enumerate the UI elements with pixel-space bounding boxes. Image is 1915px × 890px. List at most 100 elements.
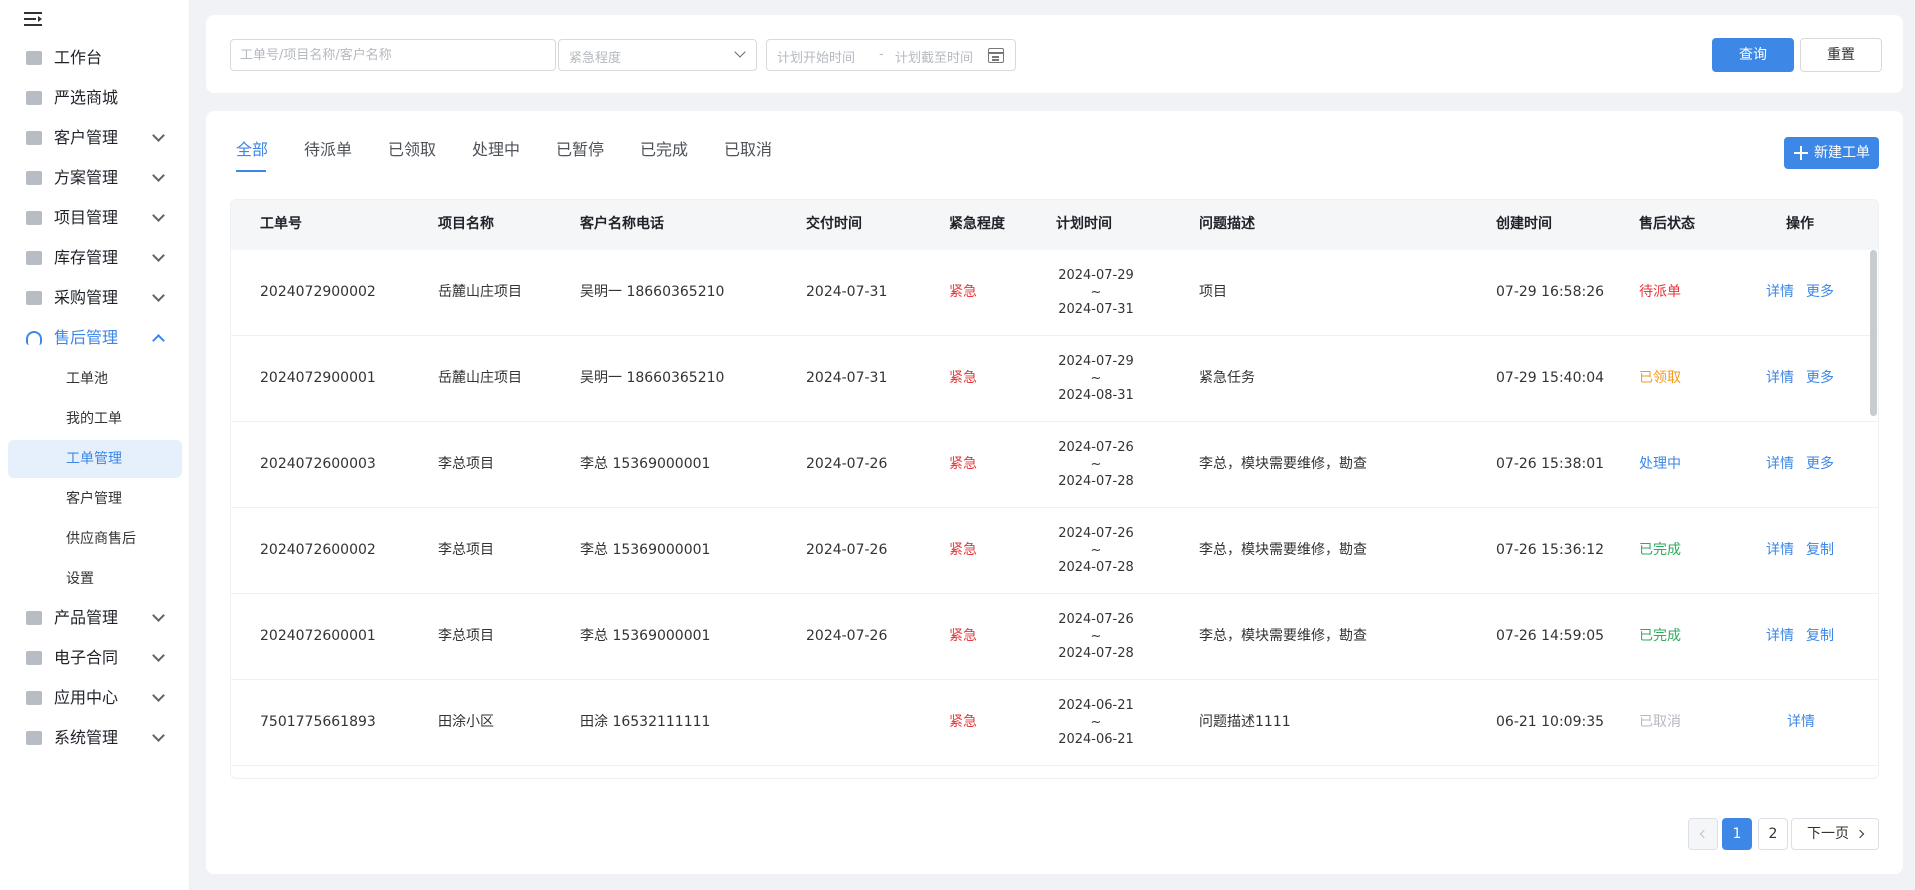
next-page-button[interactable]: 下一页 <box>1791 818 1879 850</box>
table-row[interactable] <box>231 766 1878 778</box>
table-scrollbar[interactable] <box>1870 250 1877 416</box>
urgency-badge: 紧急 <box>949 542 977 558</box>
mall-icon <box>26 91 42 105</box>
customer-contact: 吴明一 18660365210 <box>580 370 725 386</box>
sidebar-item-apps[interactable]: 应用中心 <box>8 680 182 716</box>
reset-button[interactable]: 重置 <box>1800 38 1882 72</box>
table-row[interactable]: 2024072900002 岳麓山庄项目 吴明一 18660365210 202… <box>231 250 1878 336</box>
plan-time: 2024-06-21 ~ 2024-06-21 <box>1056 697 1136 748</box>
tab-paused[interactable]: 已暂停 <box>556 139 604 161</box>
new-ticket-button[interactable]: 新建工单 <box>1784 137 1879 169</box>
active-tab-indicator <box>236 170 266 172</box>
sidebar-subitem-customer-management[interactable]: 客户管理 <box>8 480 182 518</box>
column-header: 操作 <box>1786 216 1814 232</box>
page-1-button[interactable]: 1 <box>1722 818 1752 850</box>
sidebar-item-after-sales[interactable]: 售后管理 <box>8 320 182 356</box>
created-time: 07-29 15:40:04 <box>1496 370 1605 386</box>
sidebar-item-contract[interactable]: 电子合同 <box>8 640 182 676</box>
detail-link[interactable]: 详情 <box>1787 714 1815 730</box>
project-name: 李总项目 <box>438 456 494 472</box>
plan-time: 2024-07-26 ~ 2024-07-28 <box>1056 439 1136 490</box>
table-row[interactable]: 2024072600002 李总项目 李总 15369000001 2024-0… <box>231 508 1878 594</box>
sidebar-item-label: 电子合同 <box>54 648 119 667</box>
prev-page-button[interactable] <box>1688 818 1718 850</box>
chevron-down-icon <box>152 729 165 742</box>
sidebar-subitem-ticket-pool[interactable]: 工单池 <box>8 360 182 398</box>
sidebar-item-label: 项目管理 <box>54 208 119 227</box>
more-link[interactable]: 更多 <box>1806 284 1834 300</box>
table-row[interactable]: 2024072600003 李总项目 李总 15369000001 2024-0… <box>231 422 1878 508</box>
customer-contact: 李总 15369000001 <box>580 456 711 472</box>
sidebar-subitem-label: 工单管理 <box>66 451 122 467</box>
start-date-placeholder: 计划开始时间 <box>777 51 856 66</box>
sidebar-item-customer[interactable]: 客户管理 <box>8 120 182 156</box>
sidebar-subitem-settings[interactable]: 设置 <box>8 560 182 598</box>
project-name: 岳麓山庄项目 <box>438 370 522 386</box>
chevron-down-icon <box>152 609 165 622</box>
sidebar-subitem-label: 工单池 <box>66 371 108 387</box>
ticket-id: 2024072600002 <box>260 542 376 558</box>
chevron-down-icon <box>152 249 165 262</box>
plan-icon <box>26 171 42 185</box>
sidebar-item-purchase[interactable]: 采购管理 <box>8 280 182 316</box>
sidebar-item-label: 应用中心 <box>54 688 119 707</box>
sidebar-item-workbench[interactable]: 工作台 <box>8 40 182 76</box>
more-link[interactable]: 更多 <box>1806 456 1834 472</box>
ticket-id: 2024072600003 <box>260 456 376 472</box>
detail-link[interactable]: 详情 <box>1766 628 1794 644</box>
column-header: 创建时间 <box>1496 216 1552 232</box>
table-row[interactable]: 7501775661893 田涂小区 田涂 16532111111 紧急 202… <box>231 680 1878 766</box>
urgency-select[interactable]: 紧急程度 <box>558 39 757 71</box>
chevron-down-icon <box>152 289 165 302</box>
table-row[interactable]: 2024072900001 岳麓山庄项目 吴明一 18660365210 202… <box>231 336 1878 422</box>
tab-cancelled[interactable]: 已取消 <box>724 139 772 161</box>
search-input[interactable] <box>230 39 556 71</box>
plan-start: 2024-07-29 <box>1058 268 1134 283</box>
detail-link[interactable]: 详情 <box>1766 370 1794 386</box>
plan-start: 2024-07-26 <box>1058 440 1134 455</box>
tab-pending-dispatch[interactable]: 待派单 <box>304 139 352 161</box>
sidebar-subitem-ticket-management[interactable]: 工单管理 <box>8 440 182 478</box>
plan-date-range-picker[interactable]: 计划开始时间 - 计划截至时间 <box>766 39 1016 71</box>
detail-link[interactable]: 详情 <box>1766 542 1794 558</box>
menu-collapse-icon[interactable] <box>24 9 46 29</box>
sidebar-subitem-label: 我的工单 <box>66 411 122 427</box>
plan-time: 2024-07-26 ~ 2024-07-28 <box>1056 611 1136 662</box>
column-header: 交付时间 <box>806 216 862 232</box>
issue-description: 李总，模块需要维修，勘查 <box>1199 628 1367 644</box>
tab-processing[interactable]: 处理中 <box>472 139 520 161</box>
ticket-list-panel: 全部 待派单 已领取 处理中 已暂停 已完成 已取消 新建工单 工单号 项目名称… <box>206 111 1903 874</box>
query-button[interactable]: 查询 <box>1712 38 1794 72</box>
range-separator: - <box>879 47 884 62</box>
home-icon <box>26 51 42 65</box>
plan-end: 2024-08-31 <box>1058 388 1134 403</box>
sidebar-subitem-my-tickets[interactable]: 我的工单 <box>8 400 182 438</box>
detail-link[interactable]: 详情 <box>1766 456 1794 472</box>
customer-icon <box>26 131 42 145</box>
copy-link[interactable]: 复制 <box>1806 628 1834 644</box>
ticket-table: 工单号 项目名称 客户名称电话 交付时间 紧急程度 计划时间 问题描述 创建时间… <box>230 199 1879 779</box>
table-row[interactable]: 2024072600001 李总项目 李总 15369000001 2024-0… <box>231 594 1878 680</box>
sidebar-item-product[interactable]: 产品管理 <box>8 600 182 636</box>
sidebar-item-system[interactable]: 系统管理 <box>8 720 182 756</box>
plan-time: 2024-07-26 ~ 2024-07-28 <box>1056 525 1136 576</box>
tab-completed[interactable]: 已完成 <box>640 139 688 161</box>
chevron-up-icon <box>152 334 165 347</box>
tab-claimed[interactable]: 已领取 <box>388 139 436 161</box>
plan-separator: ~ <box>1090 715 1102 730</box>
sidebar-item-plan[interactable]: 方案管理 <box>8 160 182 196</box>
row-actions: 详情 复制 <box>1766 542 1846 559</box>
sidebar-item-inventory[interactable]: 库存管理 <box>8 240 182 276</box>
chevron-down-icon <box>152 649 165 662</box>
tab-all[interactable]: 全部 <box>236 139 268 161</box>
more-link[interactable]: 更多 <box>1806 370 1834 386</box>
urgency-badge: 紧急 <box>949 628 977 644</box>
page-2-button[interactable]: 2 <box>1758 818 1788 850</box>
detail-link[interactable]: 详情 <box>1766 284 1794 300</box>
sidebar-item-project[interactable]: 项目管理 <box>8 200 182 236</box>
issue-description: 李总，模块需要维修，勘查 <box>1199 456 1367 472</box>
copy-link[interactable]: 复制 <box>1806 542 1834 558</box>
sidebar-item-mall[interactable]: 严选商城 <box>8 80 182 116</box>
issue-description: 紧急任务 <box>1199 370 1255 386</box>
sidebar-subitem-supplier-after-sales[interactable]: 供应商售后 <box>8 520 182 558</box>
